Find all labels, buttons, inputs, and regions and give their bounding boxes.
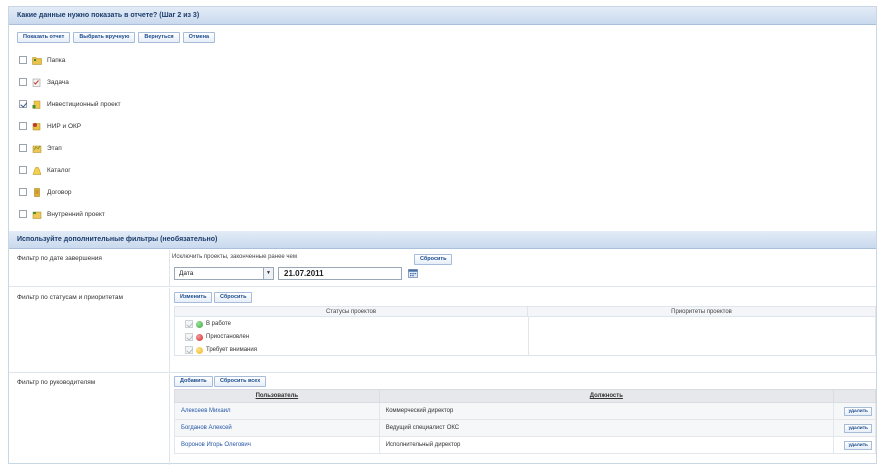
type-checkbox[interactable] (19, 210, 27, 218)
position-column-header[interactable]: Должность (378, 389, 834, 403)
type-item-stage: Этап (19, 137, 121, 159)
manager-position: Коммерческий директор (378, 402, 834, 420)
status-checkbox[interactable] (185, 320, 193, 328)
status-checkbox[interactable] (185, 346, 193, 354)
manager-user-link[interactable]: Алексеев Михаил (174, 402, 380, 420)
manager-user-link[interactable]: Воронов Игорь Олегович (174, 436, 380, 454)
step-title: Какие данные нужно показать в отчете? (Ш… (9, 7, 876, 25)
manager-user-link[interactable]: Богданов Алексей (174, 419, 380, 437)
status-column-header: Статусы проектов (325, 309, 377, 315)
table-row: Воронов Игорь Олегович Исполнительный ди… (174, 436, 877, 454)
delete-manager-button[interactable]: удалить (844, 423, 872, 433)
status-priority-table: Статусы проектов Приоритеты проектов В р… (174, 306, 876, 356)
wizard-toolbar: Показать отчет Выбрать вручную Вернуться… (17, 32, 216, 43)
type-checkbox[interactable] (19, 56, 27, 64)
yellow-status-icon (196, 346, 203, 354)
back-button[interactable]: Вернуться (138, 32, 180, 43)
delete-manager-button[interactable]: удалить (844, 406, 872, 416)
date-filter-row: Фильтр по дате завершения Исключить прое… (9, 250, 876, 287)
chevron-down-icon[interactable]: ▼ (263, 268, 273, 279)
contract-icon (34, 187, 40, 197)
type-checkbox[interactable] (19, 78, 27, 86)
status-filter-label: Фильтр по статусам и приоритетам (17, 294, 123, 301)
type-item-folder: Папка (19, 49, 121, 71)
delete-manager-button[interactable]: удалить (844, 440, 872, 450)
manager-position: Исполнительный директор (378, 436, 834, 454)
investment-project-icon (32, 100, 41, 109)
status-filter-row: Фильтр по статусам и приоритетам Изменит… (9, 288, 876, 373)
green-status-icon (196, 320, 203, 328)
select-manually-button[interactable]: Выбрать вручную (73, 32, 136, 43)
status-item-suspended: Приостановлен (185, 333, 249, 341)
date-filter-note: Исключить проекты, законченные ранее чем (172, 254, 297, 260)
status-reset-button[interactable]: Сбросить (214, 292, 253, 303)
type-checkbox[interactable] (19, 122, 27, 130)
red-status-icon (196, 333, 203, 341)
type-item-internal-project: Внутренний проект (19, 203, 121, 225)
type-item-contract: Договор (19, 181, 121, 203)
type-checkbox[interactable] (19, 166, 27, 174)
type-checkbox[interactable] (19, 144, 27, 152)
catalog-icon (32, 166, 42, 175)
filters-title: Используйте дополнительные фильтры (необ… (9, 231, 876, 249)
folder-icon (32, 56, 42, 65)
stage-icon (32, 145, 42, 153)
manager-position: Ведущий специалист ОКС (378, 419, 834, 437)
date-filter-label: Фильтр по дате завершения (17, 255, 102, 262)
status-change-button[interactable]: Изменить (174, 292, 213, 303)
type-item-research: НИР и ОКР (19, 115, 121, 137)
managers-table: Пользователь Должность Алексеев Михаил К… (174, 389, 877, 454)
date-input[interactable]: 21.07.2011 (278, 267, 402, 280)
show-report-button[interactable]: Показать отчет (17, 32, 71, 43)
report-wizard: Какие данные нужно показать в отчете? (Ш… (8, 6, 877, 465)
type-item-catalog: Каталог (19, 159, 121, 181)
user-column-header[interactable]: Пользователь (174, 389, 380, 403)
table-row: Богданов Алексей Ведущий специалист ОКС … (174, 419, 877, 437)
object-type-list: Папка Задача Инвестиционный проект НИР и… (19, 49, 121, 225)
priority-column-header: Приоритеты проектов (527, 307, 875, 316)
calendar-icon[interactable] (408, 268, 418, 278)
task-icon (32, 78, 41, 87)
type-checkbox[interactable] (19, 188, 27, 196)
add-manager-button[interactable]: Добавить (174, 376, 213, 387)
date-reset-button[interactable]: Сбросить (414, 254, 453, 265)
status-item-in-progress: В работе (185, 320, 231, 328)
managers-filter-label: Фильтр по руководителям (17, 379, 96, 386)
type-item-task: Задача (19, 71, 121, 93)
date-type-select[interactable]: Дата ▼ (174, 267, 274, 280)
type-checkbox[interactable] (19, 100, 27, 108)
type-item-investment-project: Инвестиционный проект (19, 93, 121, 115)
reset-all-managers-button[interactable]: Сбросить всех (214, 376, 267, 387)
table-row: Алексеев Михаил Коммерческий директор уд… (174, 402, 877, 420)
research-icon (32, 122, 41, 130)
status-checkbox[interactable] (185, 333, 193, 341)
cancel-button[interactable]: Отмена (182, 32, 216, 43)
status-item-attention: Требует внимания (185, 346, 257, 354)
managers-filter-row: Фильтр по руководителям Добавить Сбросит… (9, 374, 877, 465)
internal-project-icon (32, 211, 42, 219)
